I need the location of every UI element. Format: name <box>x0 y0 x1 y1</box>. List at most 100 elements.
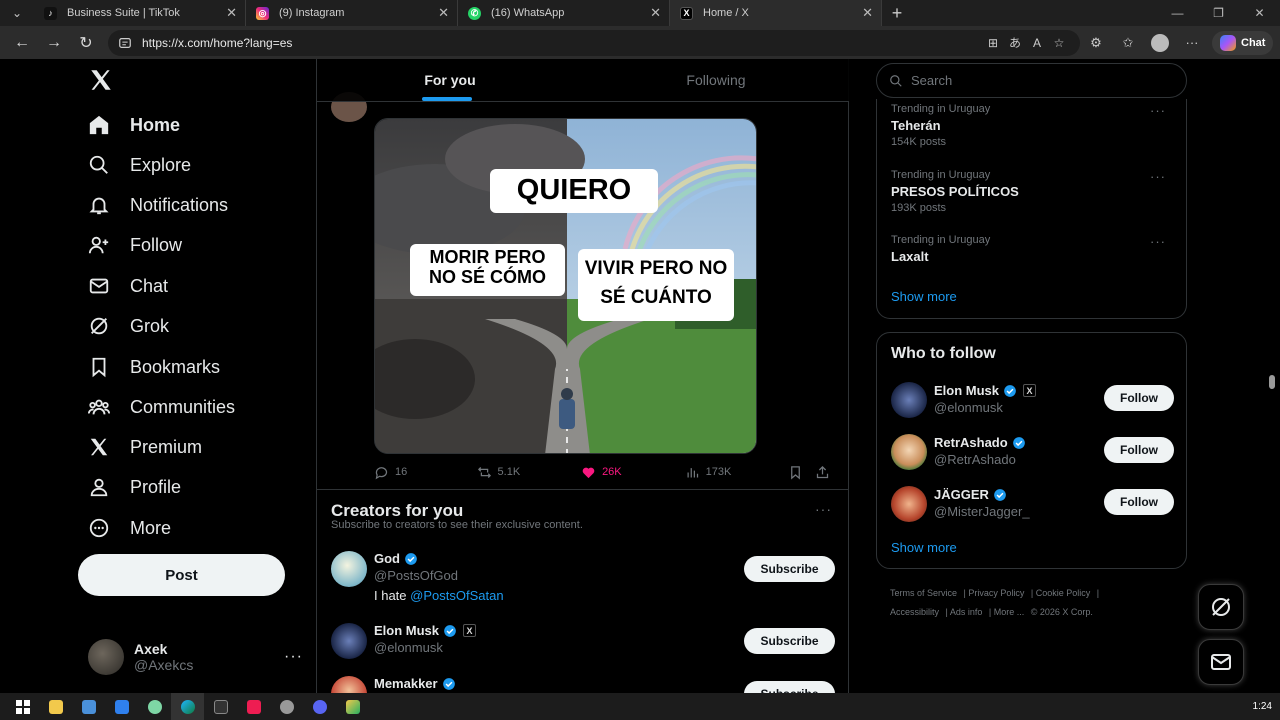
terminal-icon <box>213 699 228 714</box>
trend-item[interactable]: Trending in Uruguay Laxalt ··· <box>891 234 1176 264</box>
more-dots-icon[interactable]: ··· <box>1150 169 1166 184</box>
grok-floating-button[interactable] <box>1198 584 1244 630</box>
taskbar-terminal[interactable] <box>204 693 237 720</box>
nav-item-profile[interactable]: Profile <box>88 467 181 507</box>
follow-suggestion[interactable]: RetrAshado @RetrAshado Follow <box>891 434 1174 470</box>
messages-floating-button[interactable] <box>1198 639 1244 685</box>
browser-tab-tiktok[interactable]: ♪ Business Suite | TikTok ✕ <box>34 0 246 26</box>
footer-link-cookies[interactable]: Cookie Policy <box>1036 588 1091 598</box>
follow-button[interactable]: Follow <box>1104 489 1174 515</box>
nav-item-notifications[interactable]: Notifications <box>88 185 228 225</box>
browser-tab-whatsapp[interactable]: ✆ (16) WhatsApp ✕ <box>458 0 670 26</box>
creator-row[interactable]: Memakker Subscribe <box>331 676 835 693</box>
suggestion-name: Elon Musk X <box>934 383 1037 398</box>
x-logo-icon[interactable] <box>88 67 114 93</box>
like-button[interactable]: 26K <box>581 465 685 480</box>
search-input[interactable]: Search <box>876 63 1187 98</box>
nav-item-chat[interactable]: Chat <box>88 266 168 306</box>
subscribe-button[interactable]: Subscribe <box>744 556 835 582</box>
taskbar-edge[interactable] <box>171 693 204 720</box>
split-screen-icon[interactable]: ⊞ <box>982 36 1004 50</box>
taskbar-settings[interactable] <box>270 693 303 720</box>
account-switcher[interactable]: Axek @Axekcs ··· <box>88 636 303 678</box>
close-icon[interactable]: ✕ <box>226 5 237 21</box>
nav-item-home[interactable]: Home <box>88 105 180 145</box>
copilot-chat-button[interactable]: Chat <box>1212 30 1274 55</box>
favorites-icon[interactable]: ✩ <box>1112 35 1144 51</box>
trend-item[interactable]: Trending in Uruguay PRESOS POLÍTICOS 193… <box>891 169 1176 214</box>
browser-tab-instagram[interactable]: ◎ (9) Instagram ✕ <box>246 0 458 26</box>
reload-icon[interactable]: ↻ <box>70 29 102 57</box>
follow-button[interactable]: Follow <box>1104 385 1174 411</box>
nav-item-bookmarks[interactable]: Bookmarks <box>88 347 220 387</box>
reply-button[interactable]: 16 <box>374 465 477 480</box>
read-aloud-icon[interactable]: A <box>1026 36 1048 50</box>
post-media-image[interactable]: QUIERO MORIR PERO NO SÉ CÓMO VIVIR PERO … <box>374 118 757 454</box>
scrollbar-thumb[interactable] <box>1269 375 1275 389</box>
footer-link-privacy[interactable]: Privacy Policy <box>968 588 1024 598</box>
footer-link-ads-info[interactable]: Ads info <box>950 607 983 617</box>
restore-icon[interactable]: ❐ <box>1198 6 1239 20</box>
follow-suggestion[interactable]: Elon Musk X @elonmusk Follow <box>891 382 1174 418</box>
taskbar-chrome[interactable] <box>138 693 171 720</box>
close-icon[interactable]: ✕ <box>650 5 661 21</box>
views-button[interactable]: 173K <box>685 465 789 480</box>
close-icon[interactable]: ✕ <box>862 5 873 21</box>
tab-following[interactable]: Following <box>583 59 849 101</box>
bookmark-button[interactable] <box>788 465 815 480</box>
follow-suggestion[interactable]: JÄGGER @MisterJagger_ Follow <box>891 486 1174 522</box>
taskbar-discord[interactable] <box>303 693 336 720</box>
share-button[interactable] <box>815 465 836 480</box>
more-dots-icon[interactable]: ··· <box>815 501 832 517</box>
follow-button[interactable]: Follow <box>1104 437 1174 463</box>
back-arrow-icon[interactable]: ← <box>6 29 38 57</box>
forward-arrow-icon[interactable]: → <box>38 29 70 57</box>
post-button[interactable]: Post <box>78 554 285 596</box>
creator-row[interactable]: Elon Musk X @elonmusk Subscribe <box>331 623 835 669</box>
show-more-follow-link[interactable]: Show more <box>891 540 957 555</box>
tab-actions-chevron-icon[interactable]: ⌄ <box>0 0 34 26</box>
more-dots-icon[interactable]: ··· <box>1150 234 1166 249</box>
new-tab-button[interactable]: + <box>882 3 912 24</box>
creator-row[interactable]: God @PostsOfGod I hate @PostsOfSatan Sub… <box>331 551 835 603</box>
taskbar-file-explorer[interactable] <box>39 693 72 720</box>
nav-item-communities[interactable]: Communities <box>88 387 235 427</box>
more-dots-icon[interactable]: ··· <box>284 648 303 666</box>
close-icon[interactable]: ✕ <box>438 5 449 21</box>
favorite-star-icon[interactable]: ☆ <box>1048 36 1070 50</box>
nav-item-premium[interactable]: Premium <box>88 427 202 467</box>
taskbar-tiktok[interactable] <box>237 693 270 720</box>
more-options-icon[interactable]: ··· <box>1176 35 1208 50</box>
start-button[interactable] <box>6 693 39 720</box>
footer-link-more[interactable]: More ... <box>994 607 1025 617</box>
nav-item-explore[interactable]: Explore <box>88 145 191 185</box>
subscribe-button[interactable]: Subscribe <box>744 681 835 693</box>
close-window-icon[interactable]: ✕ <box>1239 6 1280 20</box>
trend-item[interactable]: Trending in Uruguay Teherán 154K posts ·… <box>891 103 1176 148</box>
browser-tab-x[interactable]: X Home / X ✕ <box>670 0 882 26</box>
bio-mention-link[interactable]: @PostsOfSatan <box>410 588 503 603</box>
show-more-trends-link[interactable]: Show more <box>891 289 957 304</box>
address-bar[interactable]: https://x.com/home?lang=es ⊞ あ A ☆ <box>108 29 1080 56</box>
taskbar-app[interactable] <box>336 693 369 720</box>
site-info-icon[interactable] <box>118 36 132 50</box>
minimize-icon[interactable]: — <box>1157 6 1198 20</box>
tab-for-you[interactable]: For you <box>317 59 583 101</box>
page-scrollbar[interactable] <box>1265 59 1280 693</box>
extensions-icon[interactable]: ⚙ <box>1080 35 1112 51</box>
footer-link-accessibility[interactable]: Accessibility <box>890 607 939 617</box>
nav-item-follow[interactable]: Follow <box>88 225 182 265</box>
taskbar-mail[interactable] <box>105 693 138 720</box>
footer-link-terms[interactable]: Terms of Service <box>890 588 957 598</box>
reply-count: 16 <box>395 466 408 478</box>
system-clock[interactable]: 1:24 <box>1253 701 1272 712</box>
nav-item-grok[interactable]: Grok <box>88 306 169 346</box>
subscribe-button[interactable]: Subscribe <box>744 628 835 654</box>
taskbar-store[interactable] <box>72 693 105 720</box>
translate-icon[interactable]: あ <box>1004 34 1026 51</box>
url-text[interactable]: https://x.com/home?lang=es <box>142 36 982 50</box>
nav-item-more[interactable]: More <box>88 508 171 548</box>
profile-avatar-icon[interactable] <box>1144 33 1176 52</box>
more-dots-icon[interactable]: ··· <box>1150 103 1166 118</box>
repost-button[interactable]: 5.1K <box>477 465 582 480</box>
